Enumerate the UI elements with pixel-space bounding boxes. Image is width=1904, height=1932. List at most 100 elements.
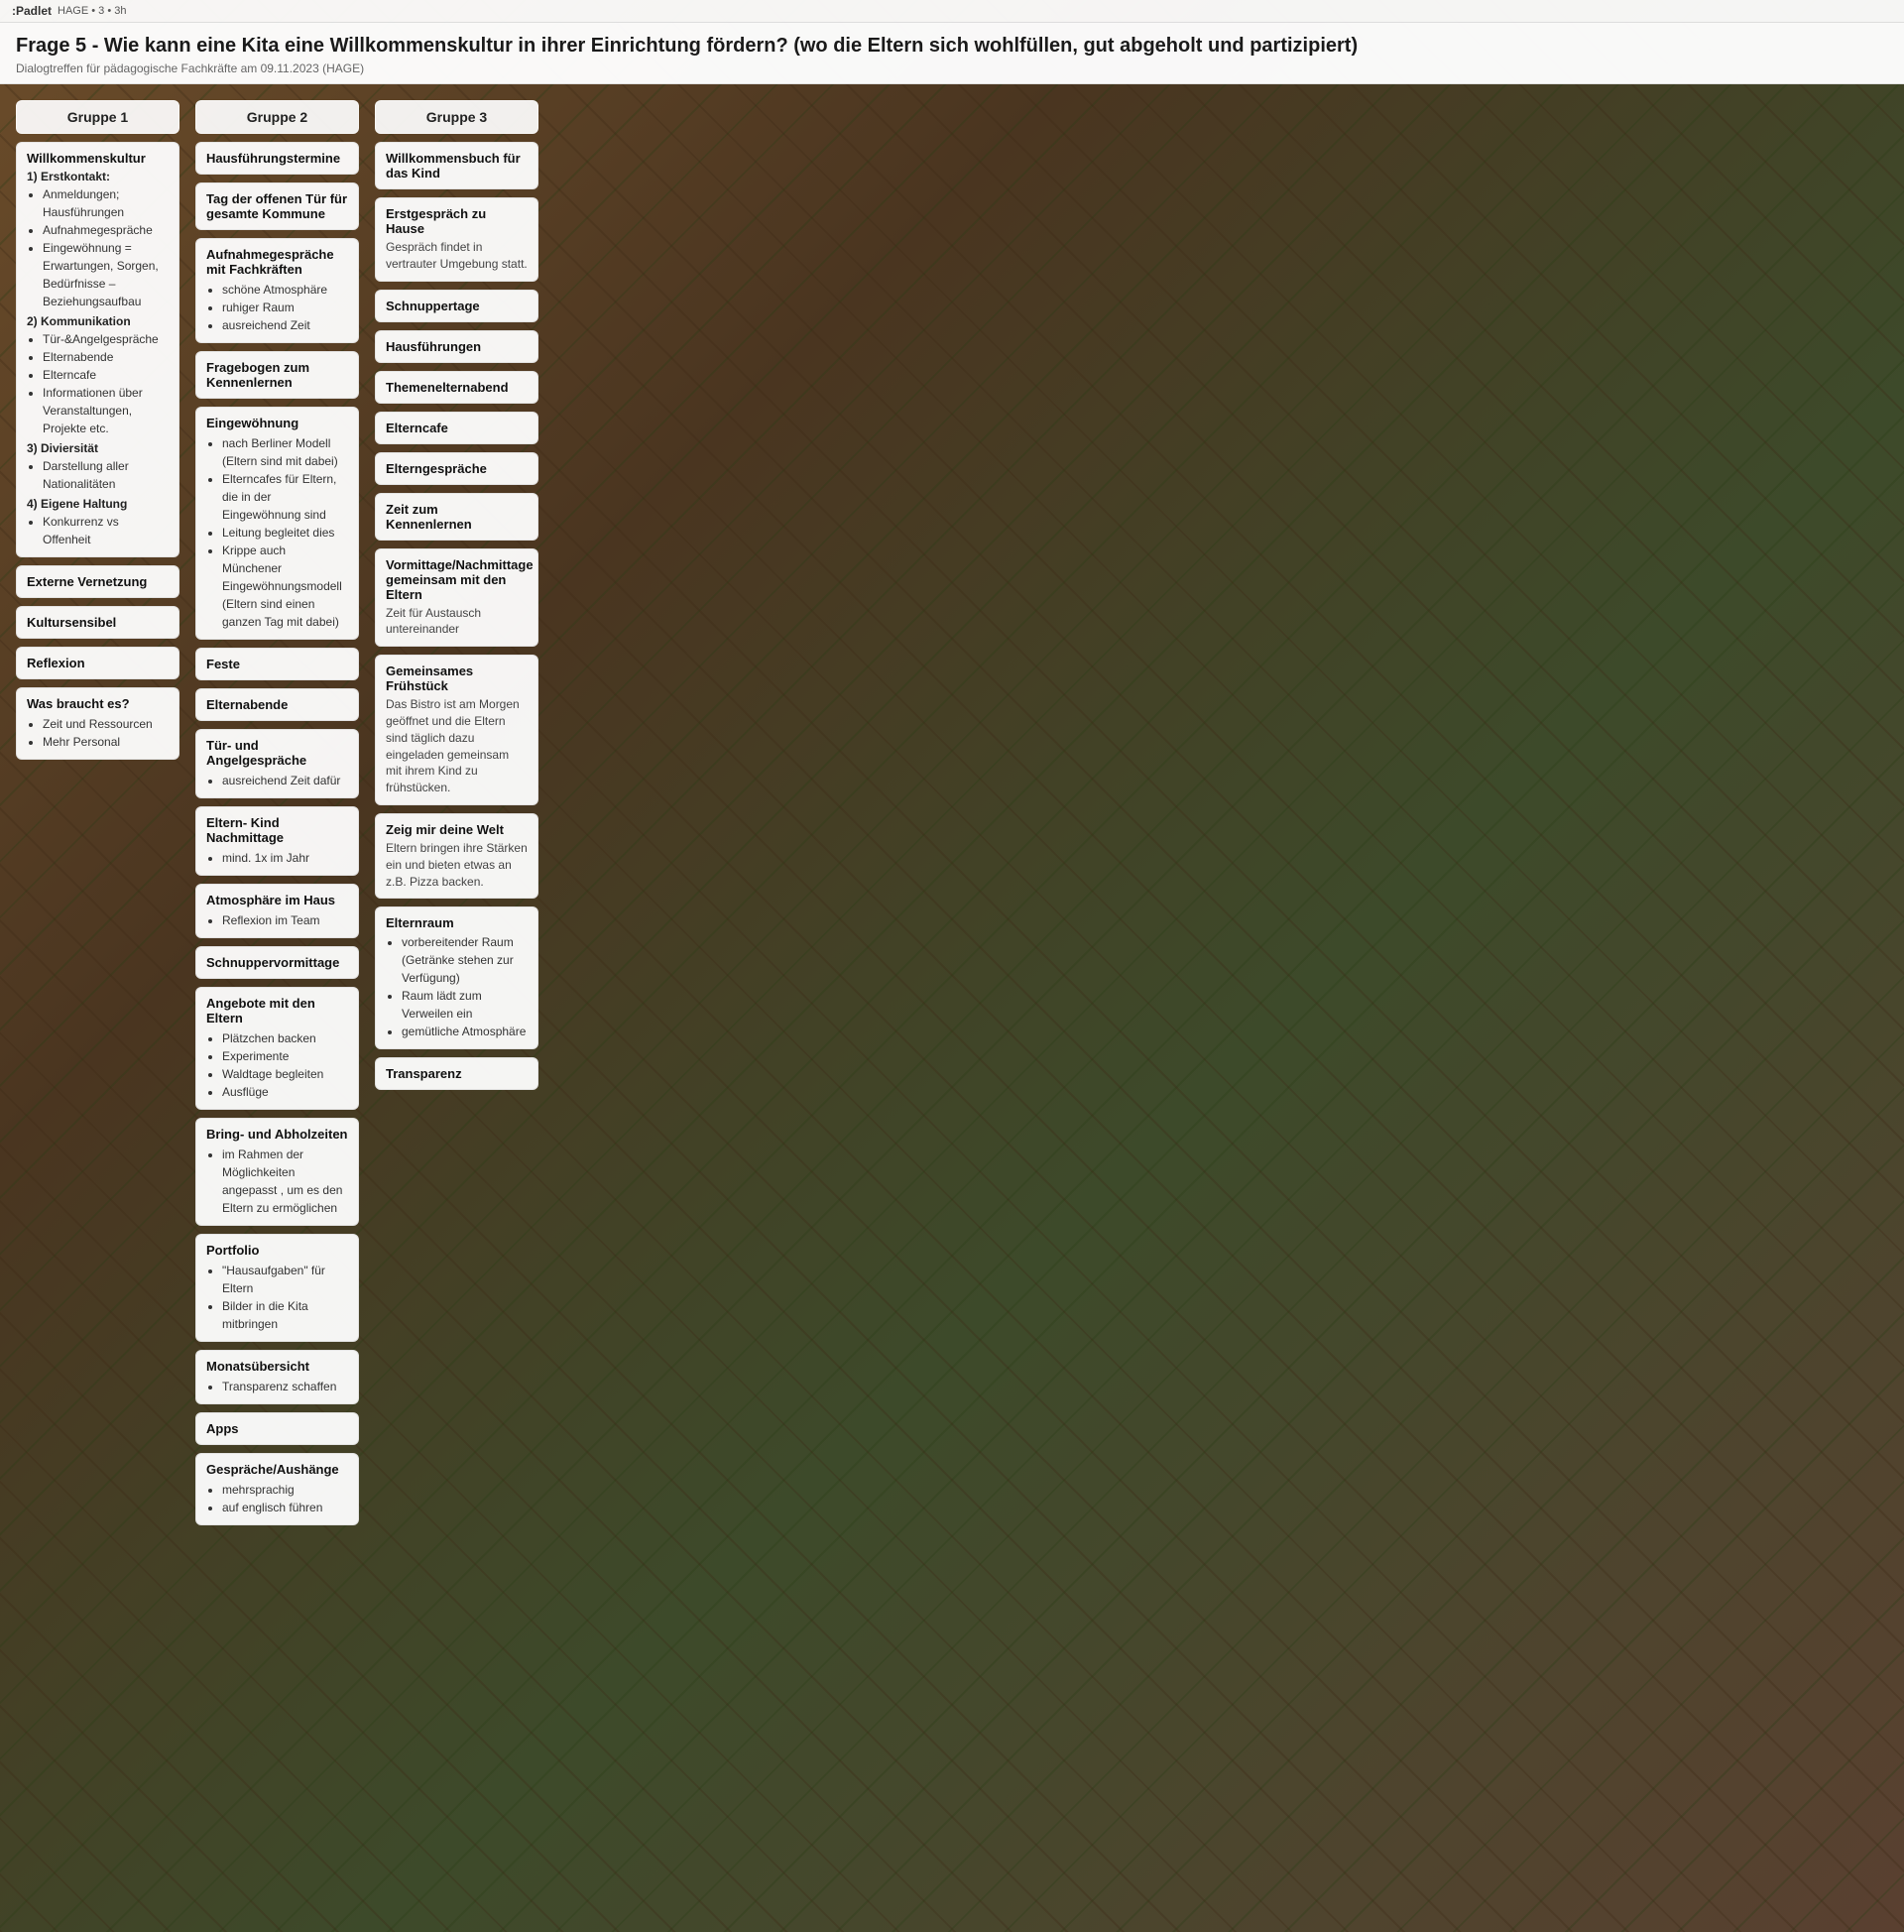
list-item: Darstellung aller Nationalitäten: [43, 457, 169, 493]
main-content: Gruppe 1 Willkommenskultur 1) Erstkontakt:…: [0, 84, 1904, 1541]
card-gruppe2-14: Monatsübersicht Transparenz schaffen: [195, 1350, 359, 1404]
card-title-gruppe2-9: Atmosphäre im Haus: [206, 893, 348, 907]
list-item: Informationen über Veranstaltungen, Proj…: [43, 384, 169, 437]
list-item: Aufnahmegespräche: [43, 221, 169, 239]
card-gruppe3-10: Zeig mir deine WeltEltern bringen ihre S…: [375, 813, 538, 899]
card-desc-gruppe3-1: Gespräch findet in vertrauter Umgebung s…: [386, 239, 528, 273]
card-gruppe3-11: Elternraum vorbereitender Raum (Getränke …: [375, 906, 538, 1049]
card-gruppe3-7: Zeit zum Kennenlernen: [375, 493, 538, 541]
list-item: auf englisch führen: [222, 1499, 348, 1516]
card-title-gruppe1-0: Willkommenskultur: [27, 151, 169, 166]
card-gruppe3-2: Schnuppertage: [375, 290, 538, 322]
list-item: im Rahmen der Möglichkeiten angepasst , …: [222, 1146, 348, 1217]
list-item: Zeit und Ressourcen: [43, 715, 169, 733]
page-header: Frage 5 - Wie kann eine Kita eine Willko…: [0, 23, 1904, 84]
card-title-gruppe2-2: Aufnahmegespräche mit Fachkräften: [206, 247, 348, 277]
card-list: Anmeldungen; HausführungenAufnahmegesprä…: [27, 185, 169, 239]
list-item: Plätzchen backen: [222, 1029, 348, 1047]
list-item: Bilder in die Kita mitbringen: [222, 1297, 348, 1333]
card-list: Reflexion im Team: [206, 911, 348, 929]
list-item: mehrsprachig: [222, 1481, 348, 1499]
card-gruppe2-2: Aufnahmegespräche mit Fachkräften schöne …: [195, 238, 359, 343]
card-gruppe2-1: Tag der offenen Tür für gesamte Kommune: [195, 182, 359, 230]
list-item: Reflexion im Team: [222, 911, 348, 929]
column-gruppe3: Gruppe 3 Willkommensbuch für das Kind Erst…: [375, 100, 538, 1090]
card-title-gruppe3-1: Erstgespräch zu Hause: [386, 206, 528, 236]
card-gruppe3-8: Vormittage/Nachmittage gemeinsam mit den…: [375, 548, 538, 648]
card-gruppe2-8: Eltern- Kind Nachmittagemind. 1x im Jahr: [195, 806, 359, 876]
column-header-gruppe2: Gruppe 2: [195, 100, 359, 134]
card-gruppe2-3: Fragebogen zum Kennenlernen: [195, 351, 359, 399]
top-bar: :Padlet HAGE • 3 • 3h: [0, 0, 1904, 23]
app-logo: :Padlet: [12, 4, 52, 18]
card-gruppe1-1: Externe Vernetzung: [16, 565, 179, 598]
page-subtitle: Dialogtreffen für pädagogische Fachkräft…: [16, 61, 1888, 75]
card-gruppe2-12: Bring- und Abholzeiten im Rahmen der Mögl…: [195, 1118, 359, 1226]
column-header-gruppe3: Gruppe 3: [375, 100, 538, 134]
card-title-gruppe2-13: Portfolio: [206, 1243, 348, 1258]
card-gruppe3-6: Elterngespräche: [375, 452, 538, 485]
card-gruppe3-5: Elterncafe: [375, 412, 538, 444]
card-title-gruppe2-16: Gespräche/Aushänge: [206, 1462, 348, 1477]
list-item: Elternabende: [43, 348, 169, 366]
card-gruppe3-3: Hausführungen: [375, 330, 538, 363]
card-gruppe1-2: Kultursensibel: [16, 606, 179, 639]
list-item: Experimente: [222, 1047, 348, 1065]
section-label: 3) Diviersität: [27, 441, 169, 455]
card-title-gruppe2-4: Eingewöhnung: [206, 416, 348, 430]
list-item: ausreichend Zeit dafür: [222, 772, 348, 789]
list-item: ruhiger Raum: [222, 299, 348, 316]
card-list: mehrsprachigauf englisch führen: [206, 1481, 348, 1516]
card-gruppe1-3: Reflexion: [16, 647, 179, 679]
card-gruppe2-15: Apps: [195, 1412, 359, 1445]
card-list: "Hausaufgaben" für ElternBilder in die K…: [206, 1262, 348, 1333]
card-gruppe3-4: Themenelternabend: [375, 371, 538, 404]
card-list: im Rahmen der Möglichkeiten angepasst , …: [206, 1146, 348, 1217]
list-item: Elterncafes für Eltern, die in der Einge…: [222, 470, 348, 524]
top-bar-breadcrumb: HAGE • 3 • 3h: [58, 5, 126, 17]
card-gruppe2-11: Angebote mit den ElternPlätzchen backenE…: [195, 987, 359, 1110]
list-item: ausreichend Zeit: [222, 316, 348, 334]
card-list: nach Berliner Modell (Eltern sind mit da…: [206, 434, 348, 631]
list-item: Krippe auch Münchener Eingewöhnungsmodel…: [222, 542, 348, 631]
card-gruppe2-6: Elternabende: [195, 688, 359, 721]
list-item: nach Berliner Modell (Eltern sind mit da…: [222, 434, 348, 470]
card-title-gruppe3-11: Elternraum: [386, 915, 528, 930]
card-title-gruppe3-8: Vormittage/Nachmittage gemeinsam mit den…: [386, 557, 528, 602]
card-list: Eingewöhnung = Erwartungen, Sorgen, Bedü…: [27, 239, 169, 310]
list-item: Konkurrenz vs Offenheit: [43, 513, 169, 548]
card-list: Plätzchen backenExperimenteWaldtage begl…: [206, 1029, 348, 1101]
column-header-gruppe1: Gruppe 1: [16, 100, 179, 134]
list-item: Elterncafe: [43, 366, 169, 384]
card-gruppe2-0: Hausführungstermine: [195, 142, 359, 175]
list-item: Leitung begleitet dies: [222, 524, 348, 542]
card-title-gruppe3-10: Zeig mir deine Welt: [386, 822, 528, 837]
card-gruppe2-10: Schnuppervormittage: [195, 946, 359, 979]
card-gruppe1-4: Was braucht es?Zeit und RessourcenMehr P…: [16, 687, 179, 760]
card-list: Darstellung aller Nationalitäten: [27, 457, 169, 493]
card-title-gruppe3-9: Gemeinsames Frühstück: [386, 664, 528, 693]
card-list: vorbereitender Raum (Getränke stehen zur…: [386, 933, 528, 1040]
list-item: Anmeldungen; Hausführungen: [43, 185, 169, 221]
card-gruppe3-0: Willkommensbuch für das Kind: [375, 142, 538, 189]
card-title-gruppe2-14: Monatsübersicht: [206, 1359, 348, 1374]
card-gruppe2-7: Tür- und Angelgesprächeausreichend Zeit …: [195, 729, 359, 798]
list-item: vorbereitender Raum (Getränke stehen zur…: [402, 933, 528, 987]
list-item: Mehr Personal: [43, 733, 169, 751]
card-gruppe2-16: Gespräche/Aushänge mehrsprachigauf englis…: [195, 1453, 359, 1525]
card-title-gruppe2-12: Bring- und Abholzeiten: [206, 1127, 348, 1142]
list-item: Waldtage begleiten: [222, 1065, 348, 1083]
card-list: Transparenz schaffen: [206, 1378, 348, 1395]
card-list: schöne Atmosphäreruhiger Raumausreichend…: [206, 281, 348, 334]
list-item: "Hausaufgaben" für Eltern: [222, 1262, 348, 1297]
column-gruppe1: Gruppe 1 Willkommenskultur 1) Erstkontakt:…: [16, 100, 179, 760]
section-label: 4) Eigene Haltung: [27, 497, 169, 511]
list-item: mind. 1x im Jahr: [222, 849, 348, 867]
card-gruppe2-4: Eingewöhnung nach Berliner Modell (Eltern…: [195, 407, 359, 640]
list-item: Transparenz schaffen: [222, 1378, 348, 1395]
section-label: 1) Erstkontakt:: [27, 170, 169, 183]
card-list: mind. 1x im Jahr: [206, 849, 348, 867]
card-gruppe2-9: Atmosphäre im Haus Reflexion im Team: [195, 884, 359, 938]
card-gruppe2-5: Feste: [195, 648, 359, 680]
card-list: Tür-&AngelgesprächeElternabendeElterncaf…: [27, 330, 169, 437]
